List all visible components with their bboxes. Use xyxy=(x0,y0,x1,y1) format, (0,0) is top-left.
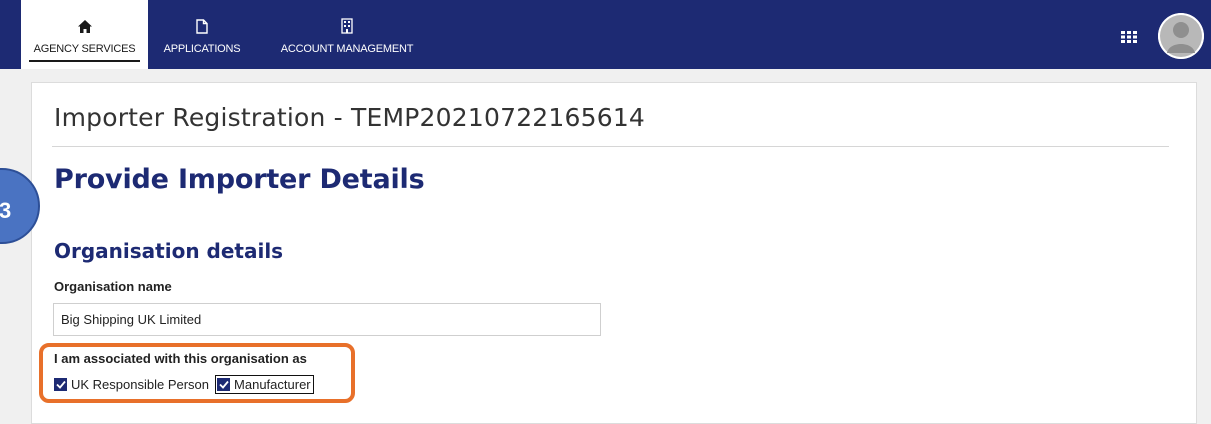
active-tab-indicator xyxy=(29,60,140,62)
organisation-name-label: Organisation name xyxy=(54,279,172,294)
title-divider xyxy=(52,146,1169,147)
tab-agency-services[interactable]: AGENCY SERVICES xyxy=(21,0,148,69)
apps-grid-icon[interactable] xyxy=(1121,30,1137,48)
page-title: Importer Registration - TEMP202107221656… xyxy=(54,103,646,132)
document-icon xyxy=(196,18,208,34)
user-avatar-icon[interactable] xyxy=(1158,13,1204,59)
tab-applications[interactable]: APPLICATIONS xyxy=(148,0,256,69)
top-navigation-bar: AGENCY SERVICES APPLICATIONS ACCOUNT MAN… xyxy=(0,0,1211,69)
home-icon xyxy=(77,18,92,34)
organisation-name-input[interactable] xyxy=(53,303,601,336)
subsection-title: Organisation details xyxy=(54,239,284,263)
tab-agency-services-label: AGENCY SERVICES xyxy=(33,43,136,55)
tab-applications-label: APPLICATIONS xyxy=(163,43,241,55)
step-badge-number: 3 xyxy=(0,198,12,223)
highlight-annotation xyxy=(39,343,355,403)
tab-account-management-label: ACCOUNT MANAGEMENT xyxy=(280,43,414,55)
section-title: Provide Importer Details xyxy=(54,164,425,195)
tab-account-management[interactable]: ACCOUNT MANAGEMENT xyxy=(264,0,430,69)
building-icon xyxy=(341,18,353,34)
